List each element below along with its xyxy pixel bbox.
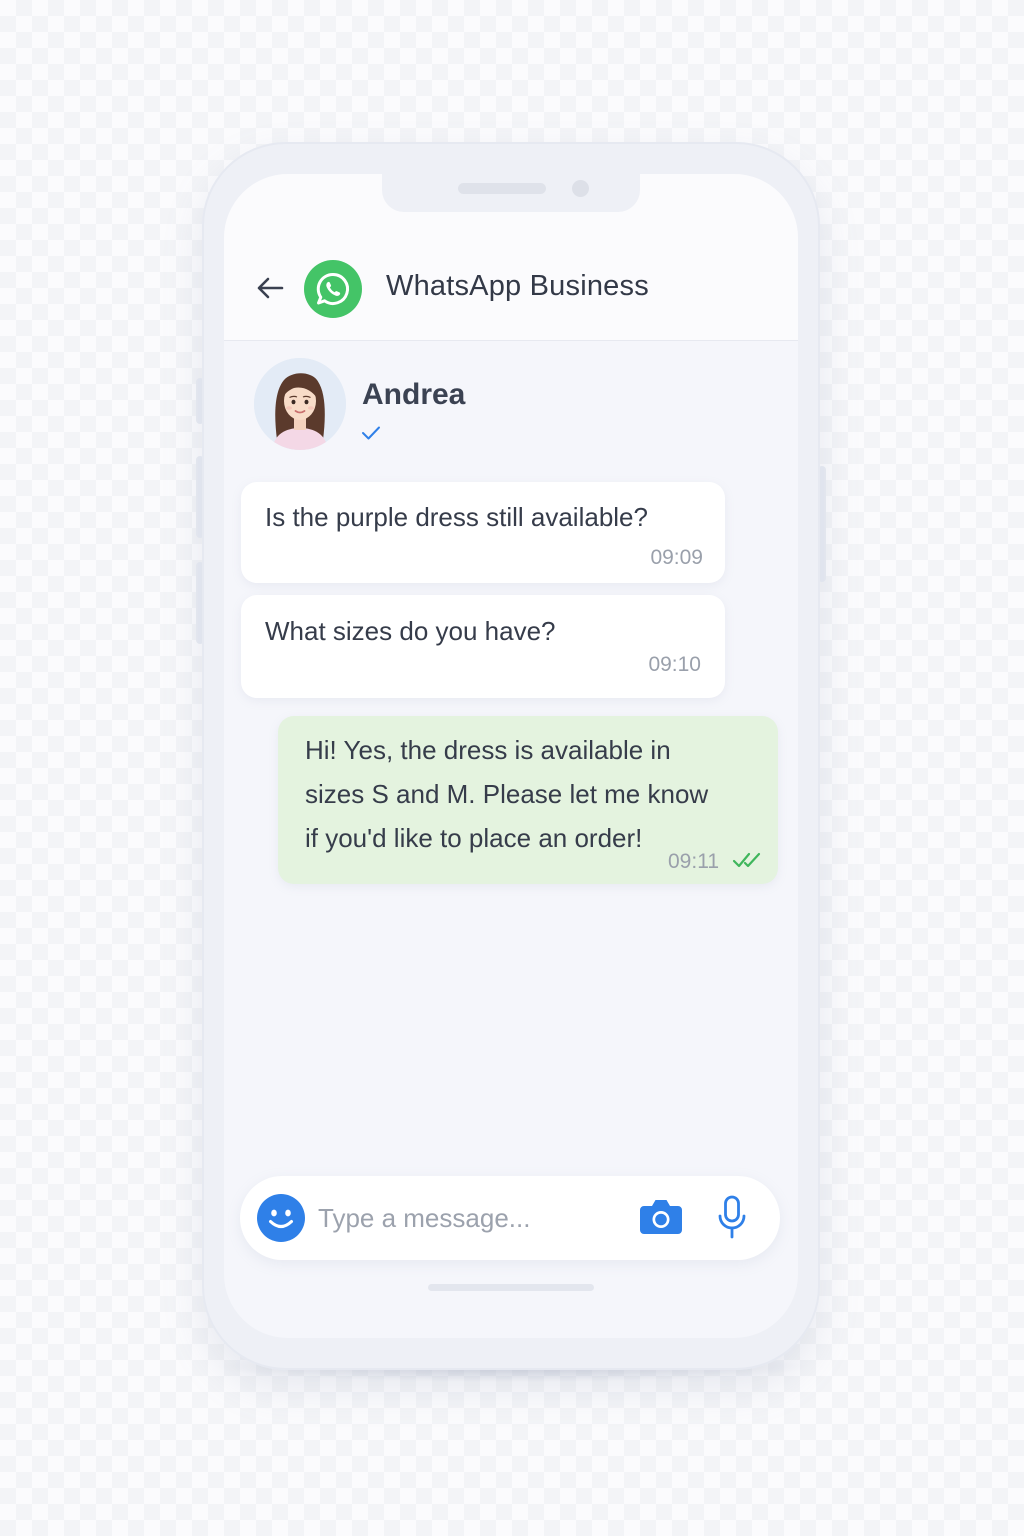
message-time: 09:09 (650, 546, 703, 569)
avatar[interactable] (254, 358, 346, 450)
incoming-message-bubble[interactable]: Is the purple dress still available? 09:… (241, 482, 725, 583)
message-text: Is the purple dress still available? (265, 502, 648, 532)
phone-screen: WhatsApp Business Andrea Is the purple d… (224, 174, 798, 1338)
message-time: 09:11 (668, 850, 719, 873)
app-header: WhatsApp Business (224, 174, 798, 341)
camera-icon[interactable] (638, 1196, 684, 1238)
avatar-illustration (254, 358, 346, 450)
home-indicator[interactable] (428, 1284, 594, 1291)
outgoing-message-bubble[interactable]: Hi! Yes, the dress is available in sizes… (278, 716, 778, 884)
message-text: Hi! Yes, the dress is available in sizes… (305, 728, 765, 860)
double-check-icon (732, 852, 761, 868)
message-input[interactable] (318, 1196, 618, 1240)
notch-speaker (458, 183, 546, 194)
incoming-message-bubble[interactable]: What sizes do you have? 09:10 (241, 595, 725, 698)
app-title: WhatsApp Business (386, 270, 649, 302)
microphone-icon[interactable] (716, 1194, 748, 1242)
arrow-left-icon[interactable] (254, 272, 286, 304)
smiley-icon[interactable] (256, 1193, 306, 1243)
message-composer (240, 1176, 780, 1260)
phone-notch (382, 174, 640, 212)
whatsapp-icon (304, 260, 362, 318)
notch-camera (572, 180, 589, 197)
contact-name: Andrea (362, 378, 466, 411)
message-text: What sizes do you have? (265, 616, 556, 646)
single-check-icon (362, 426, 380, 440)
message-line: sizes S and M. Please let me know (305, 779, 709, 809)
message-line: Hi! Yes, the dress is available in (305, 735, 671, 765)
message-time: 09:10 (648, 653, 701, 676)
